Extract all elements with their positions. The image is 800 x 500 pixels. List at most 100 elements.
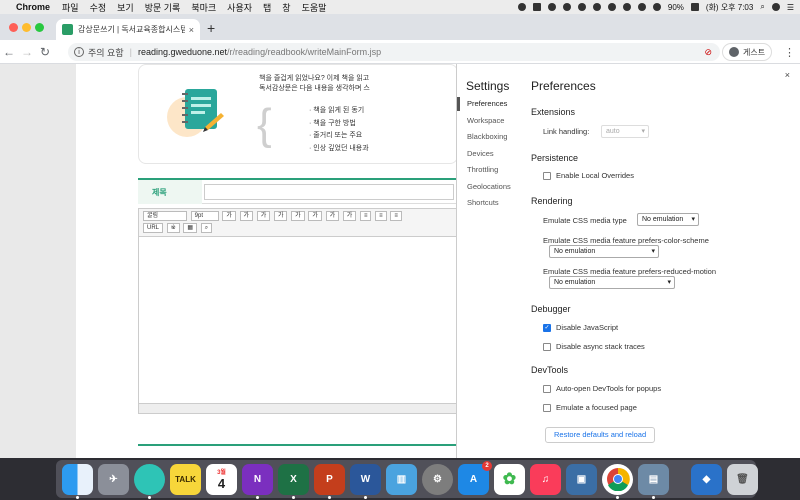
local-overrides-checkbox[interactable] [543,172,551,181]
nav-shortcuts[interactable]: Shortcuts [457,195,527,212]
menu-file[interactable]: 파일 [62,1,79,14]
disable-js-row[interactable]: ✓ Disable JavaScript [543,323,618,333]
nav-geolocations[interactable]: Geolocations [457,179,527,196]
info-icon[interactable]: i [74,47,84,57]
trash-icon[interactable]: 🗑 [727,463,758,495]
font-color-button[interactable]: 가 [291,211,305,221]
emulate-focus-row[interactable]: Emulate a focused page [543,403,637,413]
browser-tab[interactable]: 감상문쓰기 | 독서교육종합시스템입니 × [56,19,200,40]
new-tab-button[interactable]: + [207,20,215,36]
app-menu-chrome[interactable]: Chrome [16,2,50,12]
color-scheme-select[interactable]: No emulation [549,245,659,258]
disable-js-checkbox[interactable]: ✓ [543,324,551,333]
kakaotalk-icon[interactable]: TALK [170,463,201,495]
status-icon[interactable] [517,3,526,11]
disable-async-checkbox[interactable] [543,343,551,352]
excel-icon[interactable]: X [278,463,309,499]
minimize-window-button[interactable] [22,23,31,32]
reduced-motion-select[interactable]: No emulation [549,276,675,289]
bold-button[interactable]: 가 [222,211,236,221]
system-preferences-icon[interactable]: ⚙ [422,463,453,495]
virtualbox-icon[interactable]: ▣ [566,463,597,495]
menu-history[interactable]: 방문 기록 [145,1,181,14]
chrome-icon[interactable] [602,463,633,499]
status-icon[interactable] [607,3,616,11]
auto-open-row[interactable]: Auto-open DevTools for popups [543,384,661,394]
security-warning[interactable]: 주의 요함 [88,46,124,59]
finder-icon[interactable] [62,463,93,499]
superscript-button[interactable]: 가 [325,211,340,221]
powerpoint-icon[interactable]: P [314,463,345,499]
status-icon[interactable] [622,3,631,11]
siri-icon[interactable] [771,3,780,11]
nav-blackboxing[interactable]: Blackboxing [457,129,527,146]
profile-button[interactable]: 게스트 [722,43,773,61]
nav-workspace[interactable]: Workspace [457,113,527,130]
app-store-icon[interactable]: A2 [458,460,492,495]
clock[interactable]: (화) 오후 7:03 [706,2,753,13]
nav-preferences[interactable]: Preferences [457,96,527,113]
local-overrides-row[interactable]: Enable Local Overrides [543,171,634,181]
preview-icon[interactable]: ▤ [638,463,669,499]
align-right-button[interactable]: ≡ [390,211,402,221]
notification-center-icon[interactable]: ☰ [787,3,794,12]
status-icon[interactable] [592,3,601,11]
javascript-blocked-icon[interactable]: ⊘ [704,47,712,58]
subscript-button[interactable]: 가 [342,211,357,221]
status-icon[interactable] [562,3,571,11]
link-handling-select[interactable]: auto [601,125,649,138]
launchpad-icon[interactable]: ✈ [98,463,129,495]
battery-percent[interactable]: 90% [668,3,684,12]
app-icon[interactable]: ▥ [386,463,417,495]
battery-icon[interactable] [690,3,699,11]
underline-button[interactable]: 가 [239,211,254,221]
spotlight-icon[interactable]: ⌕ [760,2,764,12]
align-center-button[interactable]: ≡ [375,211,387,221]
strike-button[interactable]: 가 [273,211,288,221]
menu-bookmarks[interactable]: 북마크 [191,1,216,14]
find-button[interactable]: ⌕ [200,223,213,233]
forward-button[interactable]: → [18,45,36,59]
status-icon[interactable] [547,3,556,11]
highlight-button[interactable]: 가 [308,211,322,221]
menu-view[interactable]: 보기 [117,1,134,14]
menu-edit[interactable]: 수정 [90,1,107,14]
wifi-icon[interactable] [637,3,646,11]
volume-icon[interactable] [652,3,661,11]
address-bar[interactable]: i 주의 요함 | reading.gweduone.net /r/readin… [68,43,720,61]
app-icon[interactable]: ◆ [691,463,722,495]
auto-open-checkbox[interactable] [543,385,551,394]
zoom-window-button[interactable] [35,23,44,32]
close-icon[interactable]: × [785,70,790,80]
emulate-focus-checkbox[interactable] [543,404,551,413]
font-select[interactable]: 굴림 [143,211,187,221]
special-char-button[interactable]: ※ [166,223,180,233]
table-button[interactable]: ▦ [183,223,198,233]
app-icon[interactable] [134,463,165,499]
back-button[interactable]: ← [0,45,18,59]
link-button[interactable]: URL [143,223,164,233]
nav-devices[interactable]: Devices [457,146,527,163]
close-window-button[interactable] [9,23,18,32]
menu-tab[interactable]: 탭 [263,1,271,14]
chrome-menu-icon[interactable]: ⋮ [784,46,795,59]
rich-text-editor[interactable]: 굴림 9pt 가 가 가 가 가 가 가 가 ≡ ≡ ≡ URL ※ ▦ ⌕ [138,208,458,414]
word-icon[interactable]: W [350,463,381,499]
music-icon[interactable]: ♫ [530,463,561,495]
calendar-icon[interactable]: 3월 4 [206,463,237,495]
size-select[interactable]: 9pt [190,211,219,221]
menu-window[interactable]: 창 [282,1,290,14]
disable-async-row[interactable]: Disable async stack traces [543,342,645,352]
menu-help[interactable]: 도움말 [302,1,327,14]
onenote-icon[interactable]: N [242,463,273,499]
menu-people[interactable]: 사용자 [227,1,252,14]
italic-button[interactable]: 가 [256,211,271,221]
app-icon[interactable]: ✿ [494,463,525,495]
title-input[interactable] [204,184,454,200]
align-left-button[interactable]: ≡ [359,211,372,221]
status-icon[interactable] [577,3,586,11]
dropbox-icon[interactable] [532,3,541,11]
reload-button[interactable]: ↻ [36,45,54,59]
nav-throttling[interactable]: Throttling [457,162,527,179]
media-type-select[interactable]: No emulation [637,213,699,226]
